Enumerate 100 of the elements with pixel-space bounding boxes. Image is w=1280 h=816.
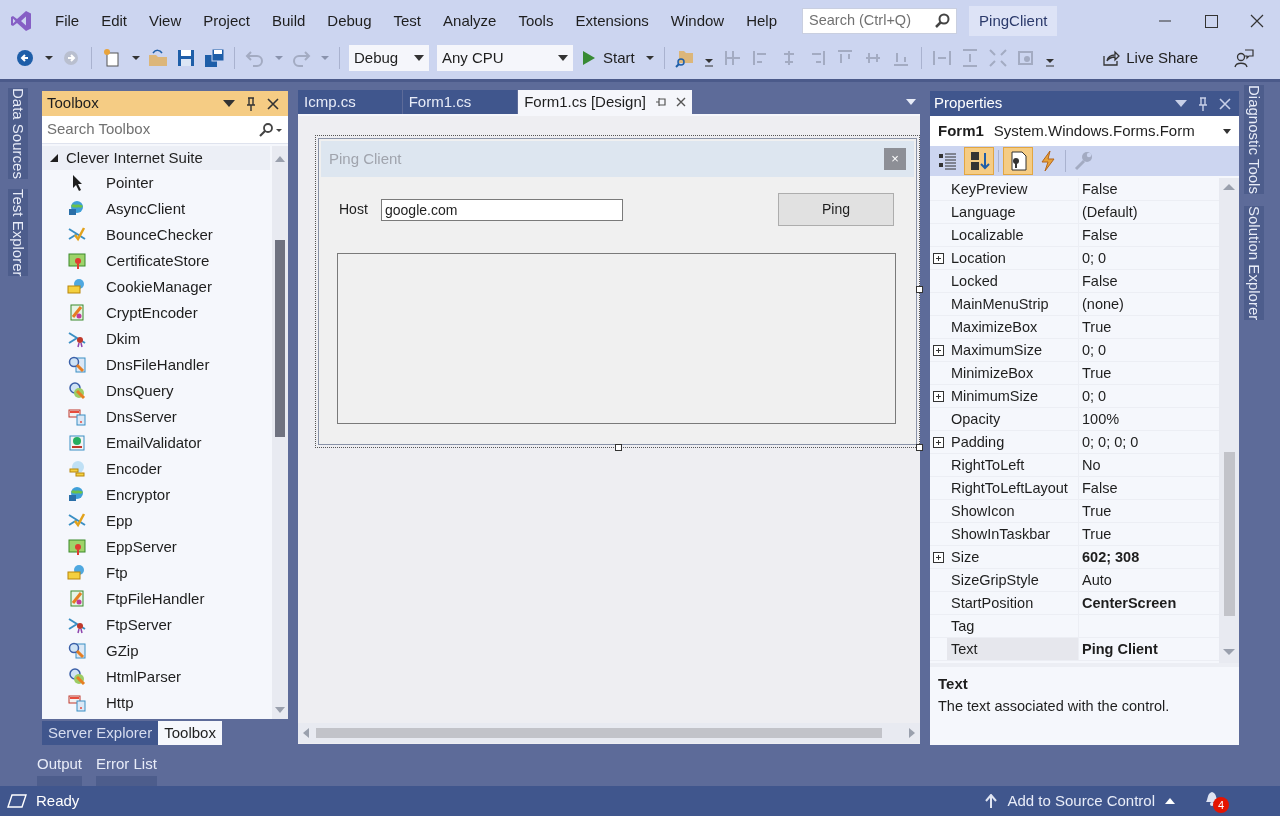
property-value[interactable]: False [1079,477,1219,499]
menu-item[interactable]: View [138,9,193,33]
toolbox-item[interactable]: CertificateStore [106,249,210,273]
configuration-dropdown[interactable]: Debug [349,45,429,71]
scrollbar[interactable] [298,723,920,743]
start-button[interactable]: Start [579,45,639,71]
expand-plus-icon[interactable] [933,436,944,448]
document-tab[interactable]: Icmp.cs [298,90,403,114]
folder-icon[interactable] [147,47,169,69]
resize-handle[interactable] [916,444,923,451]
toolbox-item[interactable]: Encryptor [106,483,171,507]
save-icon[interactable] [175,47,197,69]
property-value[interactable]: 100% [1079,408,1219,430]
scroll-thumb[interactable] [1223,452,1235,616]
menu-item[interactable]: Analyze [432,9,508,33]
toolbox-item[interactable]: EppServer [106,535,177,559]
menu-item[interactable]: File [44,9,91,33]
dropdown-caret-icon[interactable] [906,99,916,105]
property-value[interactable]: 0; 0 [1079,247,1219,269]
property-value[interactable]: 0; 0; 0; 0 [1079,431,1219,453]
resize-handle[interactable] [916,286,923,293]
alphabetical-icon[interactable] [964,147,994,175]
scroll-thumb[interactable] [316,728,882,738]
property-value[interactable]: (Default) [1079,201,1219,223]
expand-plus-icon[interactable] [933,252,944,264]
side-tab[interactable]: Diagnostic Tools [1244,85,1264,194]
property-value[interactable]: True [1079,523,1219,545]
search-field[interactable]: Search Toolbox [42,116,288,144]
property-value[interactable]: CenterScreen [1079,592,1219,614]
scrollbar[interactable] [272,146,288,719]
toolbox-item[interactable]: CookieManager [106,275,212,299]
resize-handle[interactable] [615,444,622,451]
toolbox-item[interactable]: Dkim [106,327,141,351]
toolbox-item[interactable]: DnsQuery [106,379,174,403]
toolbox-item[interactable]: HtmlParser [106,665,181,689]
toolbox-item[interactable]: Pointer [106,171,154,195]
menu-item[interactable]: Help [735,9,789,33]
property-value[interactable]: False [1079,224,1219,246]
ping-button[interactable]: Ping [778,193,894,226]
expand-plus-icon[interactable] [933,551,944,563]
property-value[interactable]: True [1079,362,1219,384]
live-share-button[interactable]: Live Share [1098,45,1202,71]
side-tab[interactable]: Data Sources [8,88,28,179]
platform-dropdown[interactable]: Any CPU [437,45,573,71]
close-icon[interactable] [675,97,686,107]
pin-icon[interactable] [245,96,257,111]
scroll-up-icon[interactable] [1223,184,1235,190]
toolbox-item[interactable]: Http [106,691,134,715]
property-value[interactable]: 0; 0 [1079,339,1219,361]
scroll-thumb[interactable] [275,240,285,437]
scroll-right-icon[interactable] [909,728,915,738]
scroll-left-icon[interactable] [303,728,309,738]
side-tab[interactable]: Test Explorer [8,188,28,277]
property-value[interactable]: Ping Client [1079,638,1219,660]
expand-plus-icon[interactable] [933,344,944,356]
toolbox-item[interactable]: DnsServer [106,405,177,429]
properties-page-icon[interactable] [1003,147,1033,175]
property-value[interactable]: False [1079,178,1219,200]
scroll-down-icon[interactable] [1223,649,1235,655]
toolbox-item[interactable]: DnsFileHandler [106,353,210,377]
menu-item[interactable]: Tools [507,9,565,33]
document-tab[interactable]: Form1.cs [402,90,519,114]
scrollbar[interactable] [1219,178,1239,663]
property-value[interactable]: False [1079,270,1219,292]
property-value[interactable]: No [1079,454,1219,476]
toolbox-item[interactable]: BounceChecker [106,223,213,247]
dropdown-caret-icon[interactable] [223,99,235,108]
expand-plus-icon[interactable] [933,390,944,402]
property-name[interactable]: Text [947,638,1079,660]
menu-item[interactable]: Extensions [564,9,660,33]
side-tab[interactable]: Solution Explorer [1244,205,1264,321]
toolbox-item[interactable]: CryptEncoder [106,301,198,325]
toolbox-item[interactable]: Epp [106,509,133,533]
scroll-up-icon[interactable] [275,156,285,162]
feedback-icon[interactable] [1234,48,1254,68]
pin-icon[interactable] [655,96,666,108]
menu-item[interactable]: Edit [90,9,139,33]
menu-item[interactable]: Window [659,9,736,33]
toolbox-item[interactable]: FtpFileHandler [106,587,205,611]
menu-item[interactable]: Project [192,9,261,33]
property-value[interactable]: True [1079,500,1219,522]
property-value[interactable]: 0; 0 [1079,385,1219,407]
host-field[interactable]: google.com [381,198,623,221]
panel-tab[interactable]: Server Explorer [42,721,159,745]
scroll-down-icon[interactable] [275,707,285,713]
toolbox-item[interactable]: AsyncClient [106,197,186,221]
toolbox-item[interactable]: FtpServer [106,613,172,637]
property-value[interactable]: 602; 308 [1079,546,1219,568]
source-control-button[interactable]: Add to Source Control [985,789,1175,813]
toolbox-item[interactable]: Ftp [106,561,128,585]
document-tab[interactable]: Form1.cs [Design] [518,90,692,114]
notifications-button[interactable]: 4 [1203,789,1227,813]
property-value[interactable]: (none) [1079,293,1219,315]
property-value[interactable]: Auto [1079,569,1219,591]
collapse-triangle-icon[interactable] [49,153,59,163]
object-selector[interactable]: Form1 System.Windows.Forms.Form [930,116,1239,146]
menu-item[interactable]: Build [260,9,317,33]
search-field[interactable]: Search (Ctrl+Q) [802,8,958,34]
property-value[interactable]: True [1079,316,1219,338]
toolbox-item[interactable]: Encoder [106,457,162,481]
